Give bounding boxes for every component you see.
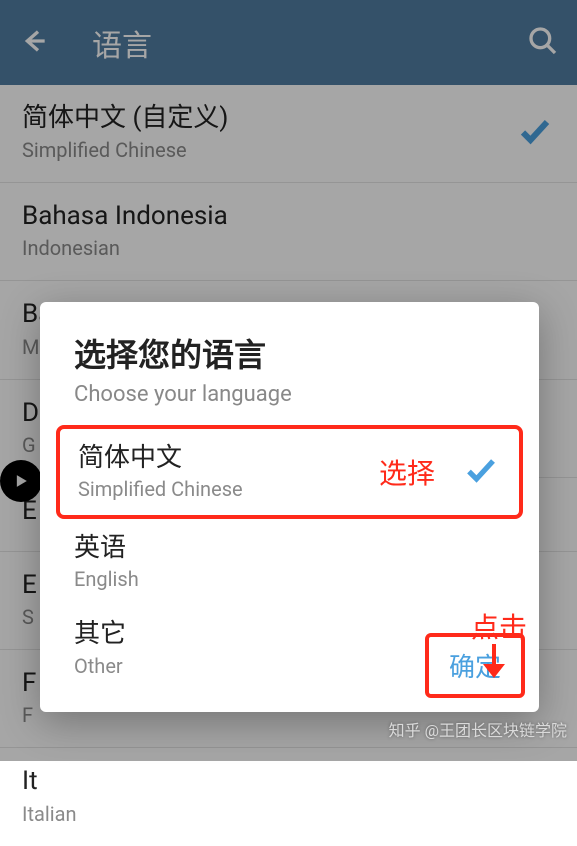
check-icon: [461, 452, 501, 492]
language-name: Bahasa Indonesia: [22, 201, 555, 232]
list-item[interactable]: Bahasa Indonesia Indonesian: [0, 183, 577, 281]
language-dialog: 选择您的语言 Choose your language 简体中文 Simplif…: [40, 302, 539, 712]
arrow-icon: [477, 642, 511, 686]
option-name: 英语: [74, 533, 505, 564]
app-header: 语言: [0, 0, 577, 85]
watermark: 知乎 @王团长区块链学院: [389, 717, 567, 741]
check-icon: [515, 113, 555, 153]
option-sub: English: [74, 567, 505, 591]
language-sub: Simplified Chinese: [22, 138, 515, 162]
language-name: It: [22, 766, 555, 797]
dialog-option[interactable]: 英语 English: [40, 519, 539, 605]
list-item[interactable]: 简体中文 (自定义) Simplified Chinese: [0, 85, 577, 183]
back-icon[interactable]: [18, 25, 50, 61]
list-item[interactable]: It Italian: [0, 748, 577, 845]
play-icon[interactable]: [0, 460, 42, 502]
dialog-subtitle: Choose your language: [74, 382, 505, 407]
language-name: 简体中文 (自定义): [22, 103, 515, 134]
search-icon[interactable]: [527, 25, 559, 61]
page-title: 语言: [92, 21, 527, 65]
option-name: 简体中文: [78, 443, 379, 474]
language-sub: Italian: [22, 802, 555, 826]
language-sub: Indonesian: [22, 236, 555, 260]
dialog-option-selected[interactable]: 简体中文 Simplified Chinese 选择: [56, 425, 523, 519]
annotation-click: 点击: [471, 606, 527, 646]
dialog-title: 选择您的语言: [74, 330, 505, 376]
option-sub: Simplified Chinese: [78, 477, 379, 501]
annotation-select: 选择: [379, 452, 435, 492]
